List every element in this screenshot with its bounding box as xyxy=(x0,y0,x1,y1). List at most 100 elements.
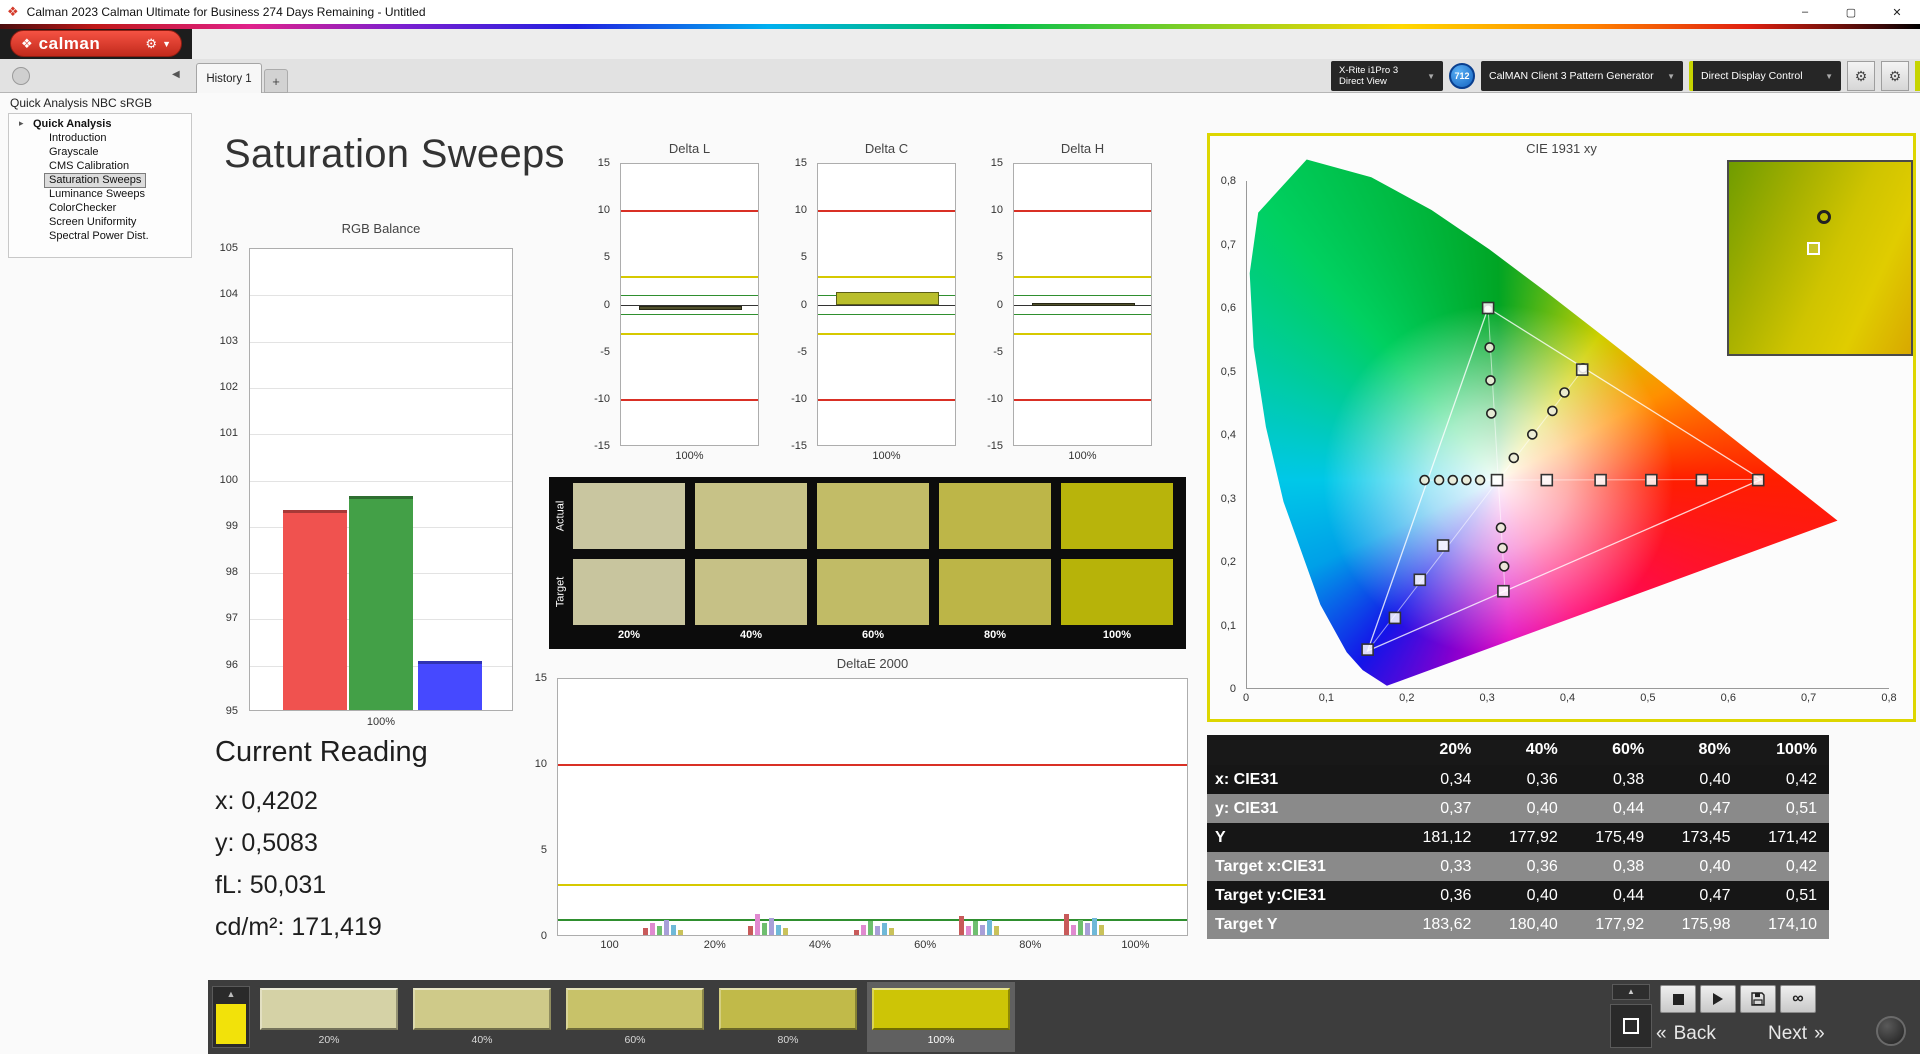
ylab: -15 xyxy=(594,440,610,452)
stop-button[interactable] xyxy=(1660,985,1696,1013)
pattern-level-20%[interactable]: 20% xyxy=(255,982,403,1052)
panel-expand-button[interactable]: ▲ xyxy=(1612,984,1650,1000)
meter-dropdown[interactable]: X-Rite i1Pro 3 Direct View ▼ xyxy=(1331,61,1443,91)
app-icon: ❖ xyxy=(7,4,19,19)
delta-c-chart xyxy=(817,163,956,446)
settings-gear-button[interactable]: ⚙ xyxy=(1847,61,1875,91)
pattern-preview[interactable]: ▲ xyxy=(212,986,250,1048)
table-cell: 177,92 xyxy=(1595,915,1645,933)
pattern-level-40%[interactable]: 40% xyxy=(408,982,556,1052)
hline xyxy=(250,295,512,297)
swatch xyxy=(939,483,1051,549)
calman-menu-button[interactable]: ❖ calman ⚙ ▼ xyxy=(10,30,182,57)
table-row: Target x:CIE31 0,33 0,36 0,38 0,40 0,42 xyxy=(1207,852,1829,881)
pattern-generator-dropdown[interactable]: CalMAN Client 3 Pattern Generator ▼ xyxy=(1481,61,1683,91)
vbar xyxy=(853,929,859,935)
sidebar-collapse-icon[interactable]: ◀ xyxy=(172,69,180,80)
ylab: 0 xyxy=(540,930,547,942)
nav-circle-button[interactable] xyxy=(12,67,30,85)
workflow-gear-button[interactable]: ⚙ xyxy=(1881,61,1909,91)
display-control-label: Direct Display Control xyxy=(1701,70,1803,82)
current-reading-heading: Current Reading xyxy=(215,736,428,768)
display-control-dropdown[interactable]: Direct Display Control ▼ xyxy=(1689,61,1841,91)
level-label: 80% xyxy=(777,1034,799,1046)
target-point-marker xyxy=(1807,242,1820,255)
sidebar-item-grayscale[interactable]: Grayscale xyxy=(45,146,103,159)
vbar xyxy=(972,921,978,935)
sidebar-item-cms-calibration[interactable]: CMS Calibration xyxy=(45,160,133,173)
pattern-level-100%[interactable]: 100% xyxy=(867,982,1015,1052)
hline xyxy=(621,295,758,297)
table-row-label: Target x:CIE31 xyxy=(1215,857,1326,875)
table-cell: 180,40 xyxy=(1508,915,1558,933)
ylab: 100 xyxy=(219,473,238,486)
meter-mode: Direct View xyxy=(1339,76,1387,87)
hline xyxy=(1014,398,1151,401)
table-cell: 0,40 xyxy=(1526,799,1558,817)
tree-root-quick-analysis[interactable]: ▸ Quick Analysis xyxy=(9,117,191,131)
table-header-cell: 20% xyxy=(1439,741,1472,758)
table-row-label: x: CIE31 xyxy=(1215,770,1279,788)
device-controls: X-Rite i1Pro 3 Direct View ▼ 712 CalMAN … xyxy=(1331,61,1920,91)
sidebar-item-introduction[interactable]: Introduction xyxy=(45,132,110,145)
cie-1931-panel: CIE 1931 xy 0 0,1 0,2 0,3 0,4 0,5 0,6 0,7 0,8 0 0… xyxy=(1207,133,1916,722)
maximize-button[interactable]: ▢ xyxy=(1828,0,1874,24)
delta-c-x-label: 100% xyxy=(872,450,901,462)
add-tab-button[interactable]: + xyxy=(264,69,288,93)
loop-button[interactable]: ∞ xyxy=(1780,985,1816,1013)
xlab: 20% xyxy=(703,939,726,951)
xlab: 80% xyxy=(1019,939,1042,951)
table-header-cell: 60% xyxy=(1612,741,1645,758)
pattern-level-80%[interactable]: 80% xyxy=(714,982,862,1052)
target-swatch-row xyxy=(573,559,1173,625)
tab-history-1[interactable]: History 1 xyxy=(196,63,262,93)
sw-col-label: 100% xyxy=(1102,629,1132,641)
meter-count-badge[interactable]: 712 xyxy=(1449,63,1475,89)
pattern-level-list: 20% 40% 60% 80% 100% xyxy=(255,982,1015,1052)
table-cell: 0,36 xyxy=(1526,770,1558,788)
table-row-label: y: CIE31 xyxy=(1215,799,1279,817)
xlab: 0,5 xyxy=(1640,692,1656,704)
xlab: 40% xyxy=(808,939,831,951)
sidebar-item-spectral-power-dist-[interactable]: Spectral Power Dist. xyxy=(45,230,153,243)
save-button[interactable] xyxy=(1740,985,1776,1013)
hline xyxy=(621,276,758,279)
delta-l-x-label: 100% xyxy=(675,450,704,462)
pattern-window-button[interactable] xyxy=(1610,1004,1652,1048)
workflow-tree: ▸ Quick Analysis Introduction Grayscale CM… xyxy=(8,113,192,258)
vbar xyxy=(1032,303,1135,306)
swatch xyxy=(817,483,929,549)
table-cell: 0,38 xyxy=(1613,857,1645,875)
titlebar: ❖ Calman 2023 Calman Ultimate for Busine… xyxy=(0,0,1920,24)
table-cell: 0,37 xyxy=(1440,799,1472,817)
vbar xyxy=(755,914,761,935)
table-cell: 0,47 xyxy=(1699,799,1731,817)
back-button[interactable]: « Back xyxy=(1656,1019,1716,1049)
ylab: 0,4 xyxy=(1220,429,1236,441)
table-cell: 175,49 xyxy=(1595,828,1645,846)
vbar xyxy=(836,292,939,306)
play-button[interactable] xyxy=(1700,985,1736,1013)
pattern-level-60%[interactable]: 60% xyxy=(561,982,709,1052)
ylab: 0,5 xyxy=(1220,365,1236,378)
actual-row-label: Actual xyxy=(554,500,567,532)
ylab: 97 xyxy=(225,612,238,625)
sidebar-item-colorchecker[interactable]: ColorChecker xyxy=(45,202,120,215)
close-button[interactable]: ✕ xyxy=(1874,0,1920,24)
ylab: 0,6 xyxy=(1220,302,1236,314)
sidebar-item-saturation-sweeps[interactable]: Saturation Sweeps xyxy=(43,173,147,188)
ylab: 0 xyxy=(1229,683,1236,695)
xlab: 100% xyxy=(1121,939,1150,951)
minimize-button[interactable]: – xyxy=(1782,0,1828,24)
pattern-bar: ▲ 20% 40% 60% 80% 100% ▲ ∞ « Back Next » xyxy=(208,980,1920,1054)
ylab: 0 xyxy=(800,298,807,311)
xlab: 0,2 xyxy=(1399,692,1415,704)
table-row-label: Target Y xyxy=(1215,915,1278,933)
next-button[interactable]: Next » xyxy=(1768,1019,1825,1049)
sidebar-item-screen-uniformity[interactable]: Screen Uniformity xyxy=(45,216,140,229)
sidebar-item-luminance-sweeps[interactable]: Luminance Sweeps xyxy=(45,188,149,201)
vbar xyxy=(776,924,782,935)
table-cell: 0,34 xyxy=(1440,770,1472,788)
session-knob-button[interactable] xyxy=(1876,1016,1906,1046)
deltae-title: DeltaE 2000 xyxy=(836,656,909,671)
